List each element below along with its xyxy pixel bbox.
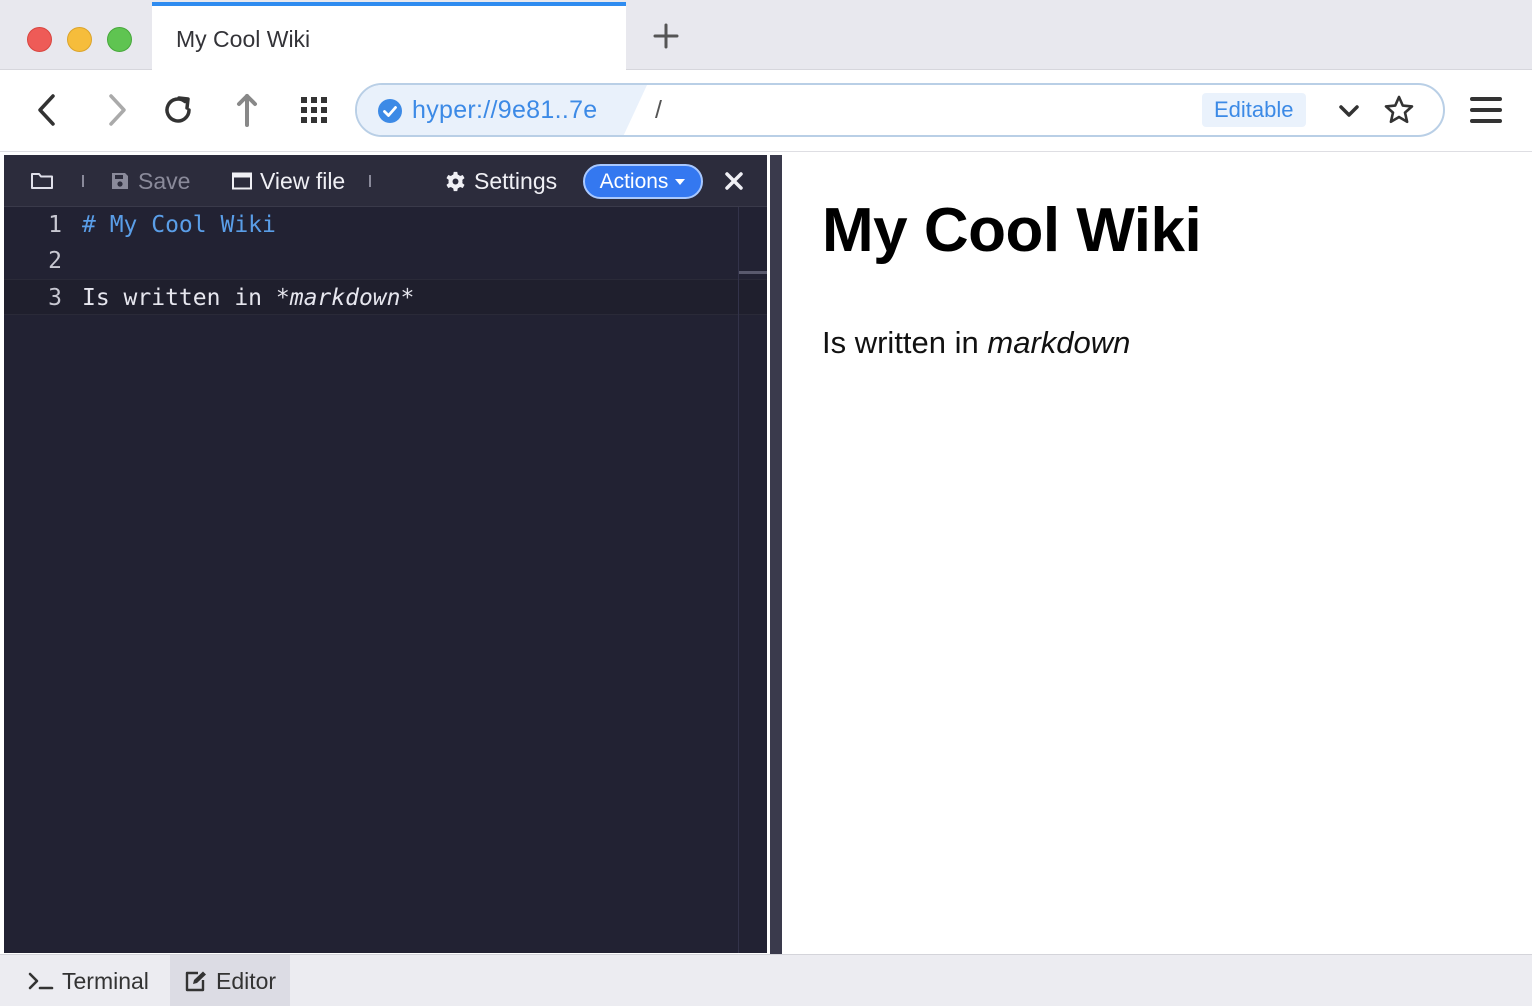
line-number: 1 — [48, 212, 62, 238]
page-paragraph: Is written in markdown — [822, 325, 1130, 361]
edit-icon — [185, 971, 206, 992]
editable-badge[interactable]: Editable — [1202, 93, 1306, 127]
forward-icon — [109, 94, 126, 126]
actions-label: Actions — [599, 169, 669, 193]
window-icon — [232, 172, 252, 190]
code-line-active[interactable]: 3 Is written in *markdown* — [4, 279, 767, 315]
browser-tab-active[interactable]: My Cool Wiki — [152, 2, 626, 71]
plus-icon — [653, 23, 679, 49]
preview-pane: My Cool Wiki Is written in markdown — [782, 155, 1532, 953]
line-text-emphasis: *markdown* — [275, 285, 415, 311]
line-number: 3 — [48, 285, 62, 311]
save-icon — [112, 173, 128, 189]
reload-button[interactable] — [156, 88, 200, 132]
editor-label: Editor — [216, 967, 277, 994]
apps-button[interactable] — [292, 88, 336, 132]
scrollbar-marker[interactable] — [739, 271, 767, 274]
tab-terminal[interactable]: Terminal — [14, 955, 163, 1006]
code-editor[interactable]: 1 # My Cool Wiki 2 3 Is written in *mark… — [4, 207, 767, 953]
reload-icon — [165, 96, 191, 123]
tab-title: My Cool Wiki — [176, 26, 311, 52]
new-tab-button[interactable] — [648, 18, 684, 54]
view-file-label: View file — [260, 167, 346, 194]
editor-pane: Save View file Settings Actions 1 # My C… — [4, 155, 767, 953]
files-button[interactable] — [30, 155, 54, 207]
maximize-window-button[interactable] — [107, 27, 132, 52]
line-text: Is written in — [82, 285, 276, 311]
toolbar-separator — [82, 175, 84, 187]
navigation-bar: hyper://9e81..7e / Editable — [0, 70, 1532, 152]
up-directory-button[interactable] — [225, 88, 269, 132]
hamburger-menu-icon[interactable] — [1466, 92, 1506, 128]
address-bar[interactable]: hyper://9e81..7e / Editable — [355, 83, 1445, 137]
editor-toolbar: Save View file Settings Actions — [4, 155, 767, 207]
folder-icon — [31, 173, 53, 189]
actions-dropdown-button[interactable]: Actions — [583, 164, 703, 199]
paragraph-emphasis: markdown — [987, 325, 1131, 360]
code-line[interactable]: 2 — [4, 243, 767, 279]
caret-down-icon — [675, 178, 686, 185]
close-icon[interactable] — [720, 167, 748, 195]
close-window-button[interactable] — [27, 27, 52, 52]
tab-strip: My Cool Wiki — [0, 0, 1532, 71]
chevron-down-icon[interactable] — [1335, 97, 1363, 125]
tab-editor[interactable]: Editor — [170, 955, 291, 1006]
page-heading: My Cool Wiki — [822, 196, 1202, 265]
minimize-window-button[interactable] — [67, 27, 92, 52]
line-content: # My Cool Wiki — [82, 212, 276, 238]
line-content: Is written in *markdown* — [82, 280, 414, 316]
toolbar-separator — [369, 175, 371, 187]
url-host[interactable]: hyper://9e81..7e — [412, 96, 598, 125]
line-number: 2 — [48, 248, 62, 274]
gear-icon — [446, 171, 465, 191]
url-path[interactable]: / — [655, 96, 662, 125]
terminal-icon — [28, 972, 54, 990]
paragraph-text: Is written in — [822, 325, 988, 360]
save-button[interactable]: Save — [110, 155, 190, 207]
save-label: Save — [138, 167, 191, 194]
up-icon — [237, 94, 257, 127]
terminal-label: Terminal — [62, 967, 149, 994]
settings-button[interactable]: Settings — [445, 155, 557, 207]
view-file-button[interactable]: View file — [232, 155, 345, 207]
code-line[interactable]: 1 # My Cool Wiki — [4, 207, 767, 243]
star-icon[interactable] — [1383, 94, 1415, 126]
split-divider[interactable] — [767, 155, 782, 955]
editor-ruler — [738, 207, 739, 953]
back-icon — [38, 94, 55, 126]
bottom-panel-tabs: Terminal Editor — [0, 954, 1532, 1006]
apps-grid-icon — [301, 97, 327, 123]
settings-label: Settings — [474, 167, 558, 194]
back-button[interactable] — [26, 88, 70, 132]
forward-button[interactable] — [94, 88, 138, 132]
verified-check-icon — [378, 99, 402, 123]
